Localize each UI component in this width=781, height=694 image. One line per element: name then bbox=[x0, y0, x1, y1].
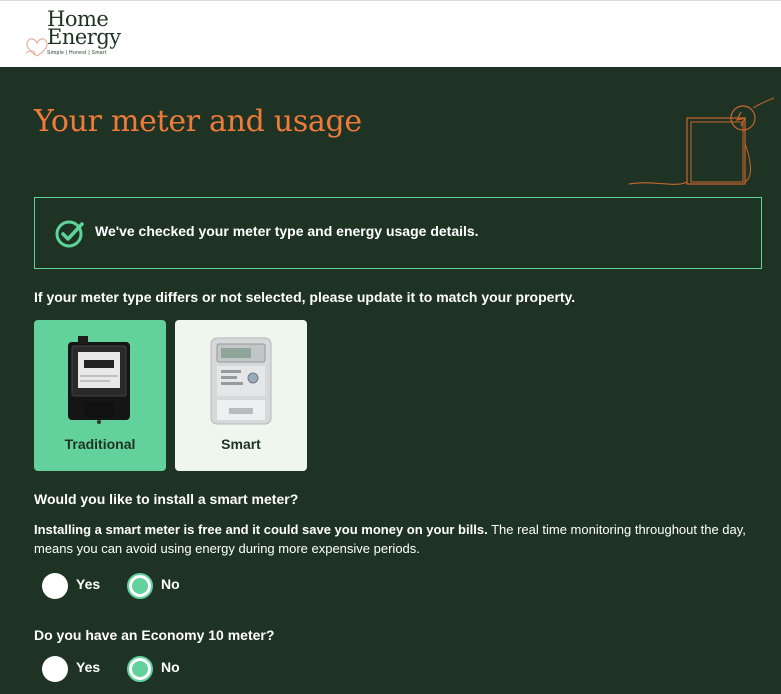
meter-label-smart: Smart bbox=[221, 436, 261, 452]
smart-meter-image bbox=[210, 337, 272, 425]
logo-tagline: Simple | Honest | Smart bbox=[47, 50, 107, 56]
traditional-meter-image bbox=[68, 336, 130, 424]
plug-socket-illustration bbox=[628, 97, 775, 185]
economy-no-label[interactable]: No bbox=[161, 659, 180, 675]
smart-meter-no-label[interactable]: No bbox=[161, 576, 180, 592]
meter-label-traditional: Traditional bbox=[64, 436, 136, 452]
smart-meter-question-description: Installing a smart meter is free and it … bbox=[34, 520, 754, 558]
smart-meter-yes-radio[interactable] bbox=[42, 573, 68, 599]
check-circle-icon bbox=[55, 220, 84, 248]
meter-option-smart[interactable]: Smart bbox=[175, 320, 307, 471]
smart-meter-question-title: Would you like to install a smart meter? bbox=[34, 491, 299, 507]
logo-word-energy: Energy bbox=[47, 25, 121, 49]
economy-no-radio[interactable] bbox=[127, 656, 153, 682]
economy-yes-label[interactable]: Yes bbox=[76, 659, 100, 675]
smart-meter-desc-bold: Installing a smart meter is free and it … bbox=[34, 522, 488, 537]
site-header: Home Energy Simple | Honest | Smart bbox=[0, 0, 781, 67]
home-energy-logo[interactable]: Home Energy Simple | Honest | Smart bbox=[24, 9, 144, 61]
economy-yes-radio[interactable] bbox=[42, 656, 68, 682]
page-title: Your meter and usage bbox=[34, 104, 362, 139]
smart-meter-yes-label[interactable]: Yes bbox=[76, 576, 100, 592]
meter-type-prompt: If your meter type differs or not select… bbox=[34, 289, 576, 305]
meter-checked-notice: We've checked your meter type and energy… bbox=[34, 197, 762, 269]
meter-option-traditional[interactable]: Traditional bbox=[34, 320, 166, 471]
economy-question-title: Do you have an Economy 10 meter? bbox=[34, 627, 275, 643]
notice-text: We've checked your meter type and energy… bbox=[95, 223, 479, 239]
smart-meter-no-radio[interactable] bbox=[127, 573, 153, 599]
